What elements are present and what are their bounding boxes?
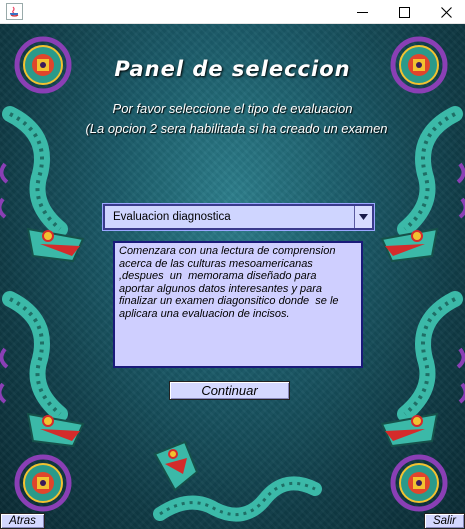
close-button[interactable] — [426, 0, 465, 24]
maximize-button[interactable] — [384, 0, 424, 24]
minimize-icon — [356, 11, 368, 13]
continue-button[interactable]: Continuar — [169, 381, 290, 400]
back-button[interactable]: Atras — [0, 513, 45, 529]
exit-button[interactable]: Salir — [424, 513, 465, 529]
maximize-icon — [398, 6, 410, 18]
selected-evaluation-label: Evaluacion diagnostica — [113, 211, 231, 223]
instruction-note: (La opcion 2 sera habilitada si ha cread… — [85, 121, 388, 136]
window-titlebar — [0, 0, 465, 24]
evaluation-type-select[interactable]: Evaluacion diagnostica — [103, 204, 374, 230]
feathered-serpent-icon — [153, 440, 322, 522]
feathered-serpent-icon — [0, 291, 85, 448]
instruction-text: Por favor seleccione el tipo de evaluaci… — [112, 101, 353, 116]
close-icon — [440, 6, 452, 18]
chevron-down-icon — [359, 214, 368, 220]
feathered-serpent-icon — [380, 291, 465, 448]
page-title: Panel de seleccion — [114, 57, 351, 81]
evaluation-description[interactable]: Comenzara con una lectura de comprension… — [113, 241, 363, 368]
minimize-button[interactable] — [342, 0, 382, 24]
selection-panel: Panel de seleccion Por favor seleccione … — [0, 24, 465, 529]
java-app-icon — [6, 3, 23, 20]
dropdown-arrow-button[interactable] — [354, 206, 372, 228]
